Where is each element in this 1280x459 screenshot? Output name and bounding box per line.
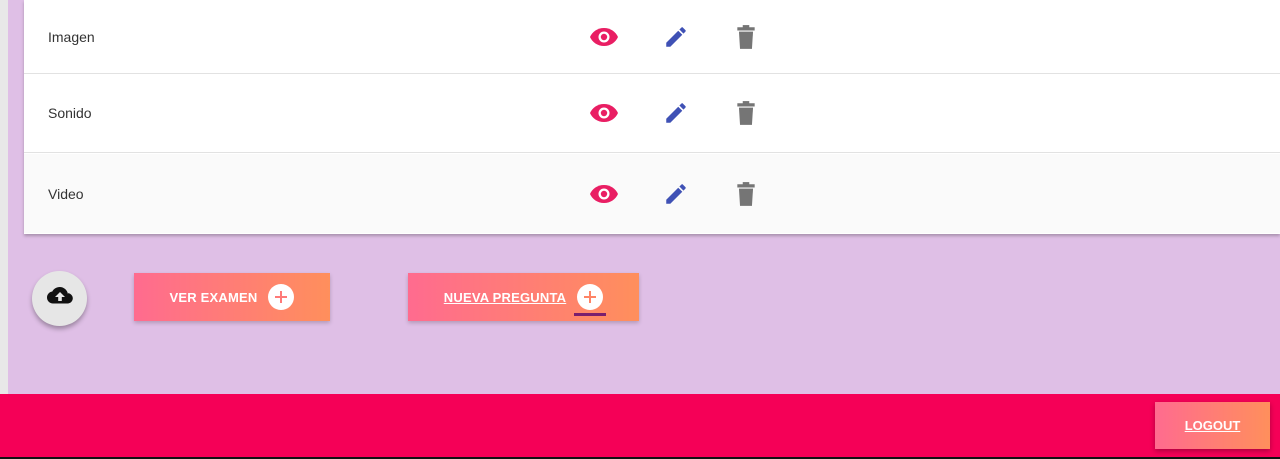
focus-underline — [574, 313, 607, 316]
edit-icon[interactable] — [659, 177, 693, 211]
row-label: Imagen — [48, 28, 95, 45]
nueva-pregunta-label: NUEVA PREGUNTA — [443, 289, 567, 305]
table-row: Imagen — [24, 0, 1280, 74]
footer-bar — [0, 394, 1280, 457]
add-circle-icon — [268, 284, 295, 310]
row-label: Sonido — [48, 105, 92, 121]
eye-icon[interactable] — [587, 20, 621, 54]
sidebar-edge — [0, 0, 8, 394]
edit-icon[interactable] — [659, 96, 693, 130]
ver-examen-label: VER EXAMEN — [169, 289, 258, 305]
row-label: Video — [48, 185, 84, 202]
delete-icon[interactable] — [729, 177, 763, 211]
delete-icon[interactable] — [729, 96, 763, 130]
logout-button[interactable]: LOGOUT — [1155, 402, 1270, 449]
table-row: Sonido — [24, 74, 1280, 153]
nueva-pregunta-button[interactable]: NUEVA PREGUNTA — [408, 273, 639, 321]
categories-table: Imagen Sonido Video — [24, 0, 1280, 234]
eye-icon[interactable] — [587, 177, 621, 211]
delete-icon[interactable] — [729, 20, 763, 54]
add-circle-icon — [574, 284, 607, 316]
upload-button[interactable] — [32, 271, 87, 326]
edit-icon[interactable] — [659, 20, 693, 54]
ver-examen-button[interactable]: VER EXAMEN — [134, 273, 330, 321]
cloud-upload-icon — [46, 286, 73, 311]
eye-icon[interactable] — [587, 96, 621, 130]
table-row: Video — [24, 154, 1280, 233]
